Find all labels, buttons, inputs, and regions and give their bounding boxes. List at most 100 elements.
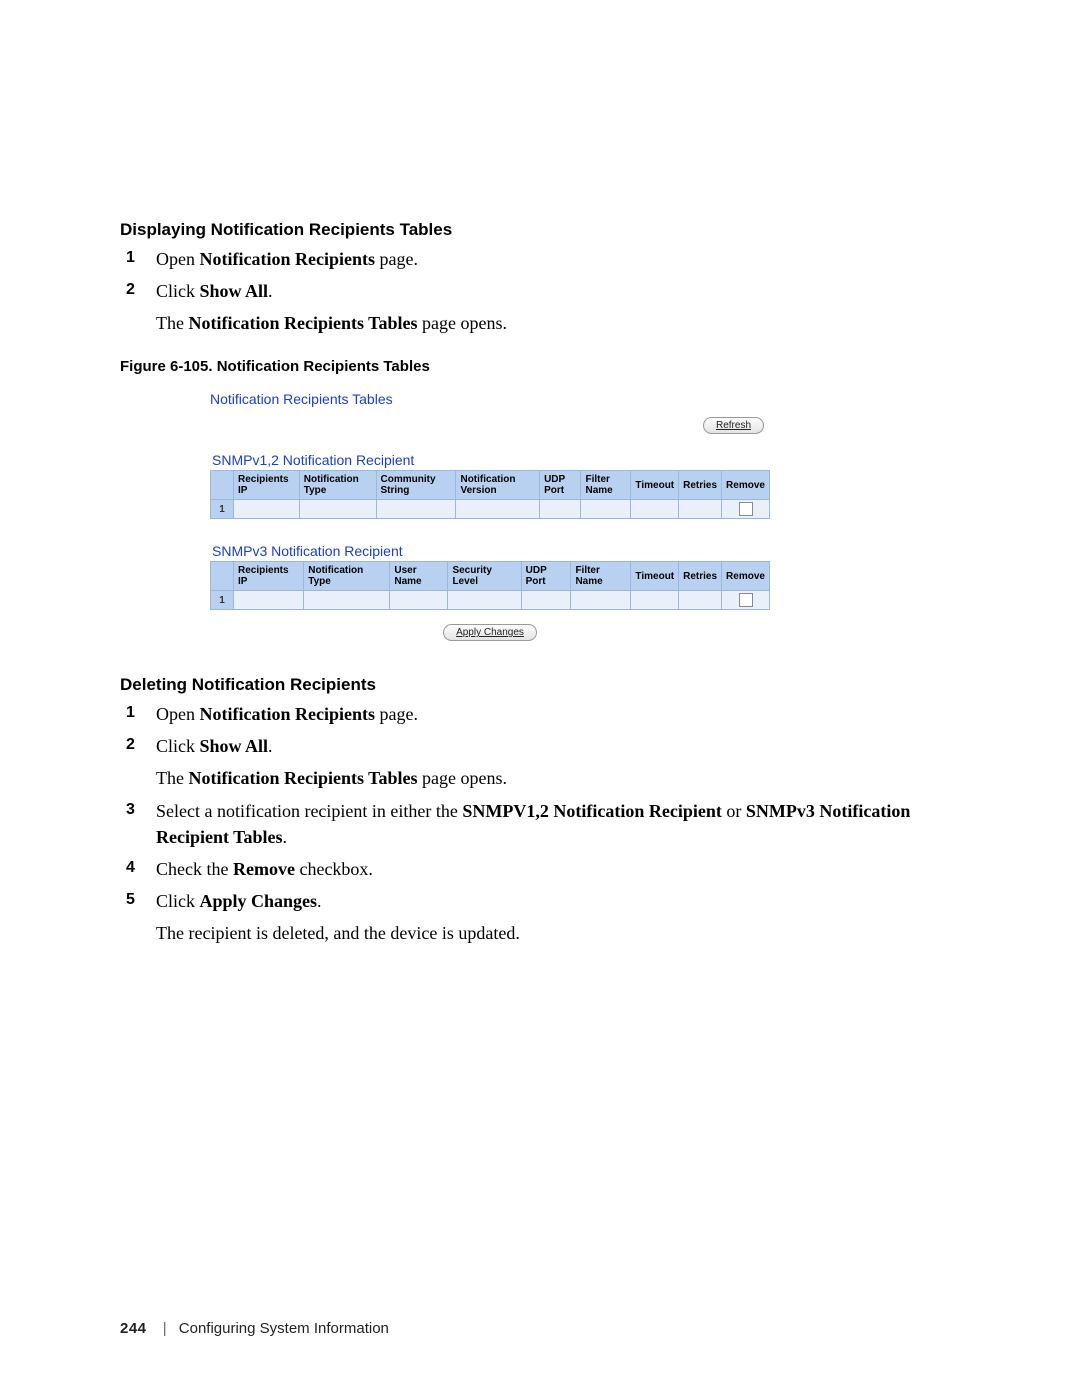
col-header: Notification Type: [299, 471, 376, 500]
refresh-button[interactable]: Refresh: [703, 417, 764, 434]
step-item: 1 Open Notification Recipients page.: [120, 246, 960, 272]
footer-separator: |: [163, 1320, 167, 1337]
text: Click: [156, 891, 200, 911]
step-text: Open Notification Recipients page.: [156, 249, 418, 269]
cell: [540, 500, 581, 519]
section-heading: Deleting Notification Recipients: [120, 675, 960, 695]
text: .: [268, 736, 273, 756]
col-header: Remove: [722, 471, 770, 500]
step-number: 2: [126, 278, 135, 301]
col-header: Retries: [679, 471, 722, 500]
step-item: 2 Click Show All. The Notification Recip…: [120, 278, 960, 336]
col-header: Community String: [376, 471, 456, 500]
cell: [571, 591, 631, 610]
step-number: 2: [126, 733, 135, 756]
figure-caption: Figure 6-105. Notification Recipients Ta…: [120, 358, 960, 375]
text: .: [317, 891, 322, 911]
steps-display: 1 Open Notification Recipients page. 2 C…: [120, 246, 960, 336]
text: Check the: [156, 859, 233, 879]
step-text: Check the Remove checkbox.: [156, 859, 373, 879]
remove-checkbox[interactable]: [739, 502, 753, 516]
text: or: [722, 801, 746, 821]
steps-delete: 1 Open Notification Recipients page. 2 C…: [120, 701, 960, 946]
text: page.: [375, 704, 418, 724]
text: The: [156, 313, 188, 333]
col-header: UDP Port: [540, 471, 581, 500]
bold-text: Notification Recipients: [200, 704, 375, 724]
cell: [679, 591, 722, 610]
cell: [631, 500, 679, 519]
row-index: 1: [211, 500, 234, 519]
col-header: Retries: [679, 562, 722, 591]
panel-title: Notification Recipients Tables: [210, 385, 770, 413]
bold-text: Remove: [233, 859, 295, 879]
cell: [299, 500, 376, 519]
bold-text: Show All: [200, 281, 269, 301]
col-header: Recipients IP: [234, 471, 300, 500]
bold-text: Apply Changes: [200, 891, 318, 911]
bold-text: Notification Recipients: [200, 249, 375, 269]
text: page opens.: [418, 313, 507, 333]
step-result: The Notification Recipients Tables page …: [156, 765, 960, 791]
cell: [456, 500, 540, 519]
snmp12-table: Recipients IP Notification Type Communit…: [210, 470, 770, 519]
page-number: 244: [120, 1320, 147, 1337]
apply-changes-button[interactable]: Apply Changes: [443, 624, 537, 641]
snmp3-table: Recipients IP Notification Type User Nam…: [210, 561, 770, 610]
step-text: Select a notification recipient in eithe…: [156, 801, 910, 847]
step-result: The recipient is deleted, and the device…: [156, 920, 960, 946]
text: Open: [156, 249, 200, 269]
step-text: Click Show All.: [156, 736, 273, 756]
table-section-title: SNMPv1,2 Notification Recipient: [212, 452, 770, 468]
document-page: Displaying Notification Recipients Table…: [0, 0, 1080, 1397]
text: The: [156, 768, 188, 788]
apply-row: Apply Changes: [210, 610, 770, 645]
col-header: Filter Name: [581, 471, 631, 500]
step-text: Click Show All.: [156, 281, 273, 301]
bold-text: Notification Recipients Tables: [188, 768, 417, 788]
col-header: Notification Type: [304, 562, 390, 591]
step-result: The Notification Recipients Tables page …: [156, 310, 960, 336]
text: Select a notification recipient in eithe…: [156, 801, 462, 821]
text: Click: [156, 736, 200, 756]
figure-screenshot: Notification Recipients Tables Refresh S…: [210, 385, 770, 655]
col-header: Remove: [722, 562, 770, 591]
col-header: Timeout: [631, 471, 679, 500]
text: page opens.: [418, 768, 507, 788]
text: .: [283, 827, 288, 847]
remove-cell: [722, 500, 770, 519]
text: Click: [156, 281, 200, 301]
remove-checkbox[interactable]: [739, 593, 753, 607]
col-header: Timeout: [631, 562, 679, 591]
table-row: 1: [211, 591, 770, 610]
step-item: 2 Click Show All. The Notification Recip…: [120, 733, 960, 791]
step-number: 5: [126, 888, 135, 911]
step-text: Click Apply Changes.: [156, 891, 322, 911]
table-row: 1: [211, 500, 770, 519]
cell: [631, 591, 679, 610]
cell: [448, 591, 521, 610]
cell: [234, 500, 300, 519]
col-header: Notification Version: [456, 471, 540, 500]
cell: [234, 591, 304, 610]
step-number: 1: [126, 701, 135, 724]
col-header: User Name: [390, 562, 448, 591]
col-header: Recipients IP: [234, 562, 304, 591]
refresh-row: Refresh: [210, 413, 770, 444]
idx-header: [211, 562, 234, 591]
text: .: [268, 281, 273, 301]
col-header: Filter Name: [571, 562, 631, 591]
step-number: 1: [126, 246, 135, 269]
footer-title: Configuring System Information: [179, 1320, 389, 1337]
step-number: 3: [126, 798, 135, 821]
spacer: [210, 519, 770, 535]
idx-header: [211, 471, 234, 500]
text: Open: [156, 704, 200, 724]
table-section-title: SNMPv3 Notification Recipient: [212, 543, 770, 559]
page-footer: 244 | Configuring System Information: [120, 1320, 389, 1337]
text: page.: [375, 249, 418, 269]
cell: [521, 591, 571, 610]
cell: [376, 500, 456, 519]
remove-cell: [722, 591, 770, 610]
table-header-row: Recipients IP Notification Type User Nam…: [211, 562, 770, 591]
